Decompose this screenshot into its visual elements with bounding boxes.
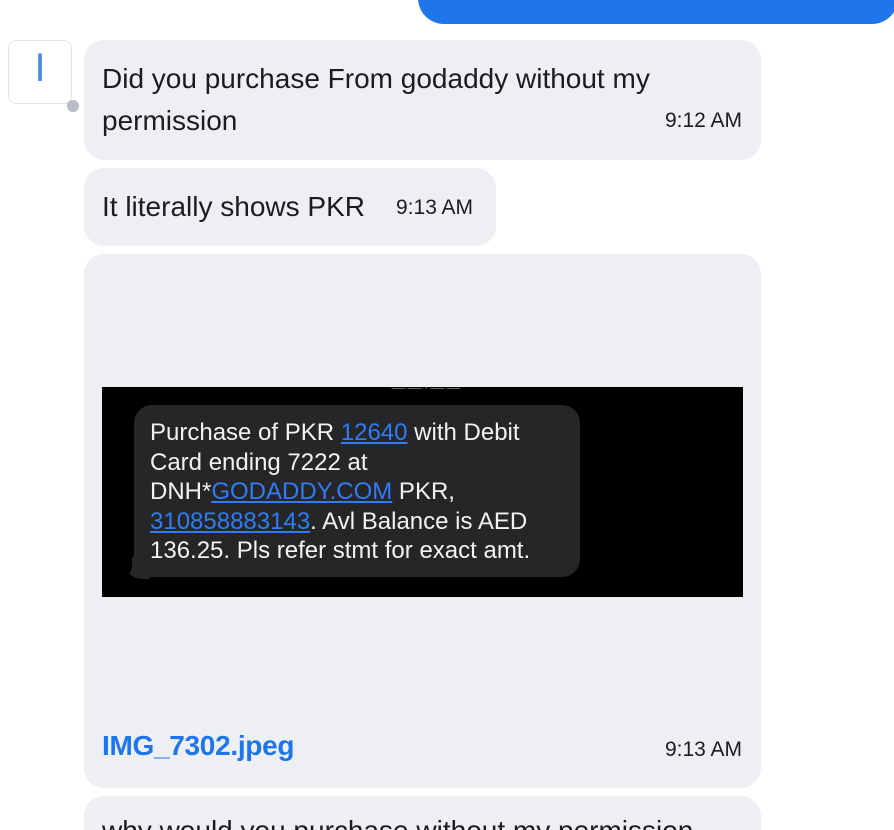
chat-thread: I Did you purchase From godaddy without … bbox=[0, 0, 894, 830]
message-text: Did you purchase From godaddy without my… bbox=[102, 63, 650, 136]
attachment-filename-link[interactable]: IMG_7302.jpeg bbox=[102, 730, 294, 762]
presence-indicator-icon bbox=[67, 100, 79, 112]
sms-text: Purchase of PKR 12640 with Debit Card en… bbox=[150, 418, 564, 566]
message-text: It literally shows PKR bbox=[102, 191, 365, 222]
message-text: why would you purchase without my permis… bbox=[102, 810, 693, 830]
avatar-initial: I bbox=[34, 46, 46, 90]
sms-merchant-link: GODADDY.COM bbox=[211, 478, 393, 505]
message-timestamp: 9:13 AM bbox=[396, 196, 474, 219]
outgoing-message-bubble[interactable] bbox=[418, 0, 894, 24]
image-attachment-message[interactable]: ——·—— Purchase of PKR 12640 with Debit C… bbox=[84, 254, 761, 788]
sms-bubble: Purchase of PKR 12640 with Debit Card en… bbox=[134, 405, 580, 577]
sms-text-part: PKR, bbox=[398, 478, 455, 505]
incoming-message-bubble[interactable]: It literally shows PKR 9:13 AM bbox=[84, 168, 496, 246]
sms-phone-link: 310858883143 bbox=[150, 507, 311, 535]
message-timestamp: 9:12 AM bbox=[664, 109, 742, 132]
message-timestamp: 9:13 AM bbox=[664, 738, 742, 761]
incoming-message-bubble[interactable]: why would you purchase without my permis… bbox=[84, 796, 761, 830]
attachment-image-preview[interactable]: ——·—— Purchase of PKR 12640 with Debit C… bbox=[102, 387, 743, 597]
avatar[interactable]: I bbox=[8, 40, 72, 104]
sms-bubble-tail-mask bbox=[116, 557, 132, 581]
incoming-message-bubble[interactable]: Did you purchase From godaddy without my… bbox=[84, 40, 761, 160]
sms-date-header-cutoff: ——·—— bbox=[391, 387, 463, 395]
sms-amount-link: 12640 bbox=[340, 419, 408, 446]
sms-text-part: Purchase of PKR bbox=[150, 419, 341, 446]
